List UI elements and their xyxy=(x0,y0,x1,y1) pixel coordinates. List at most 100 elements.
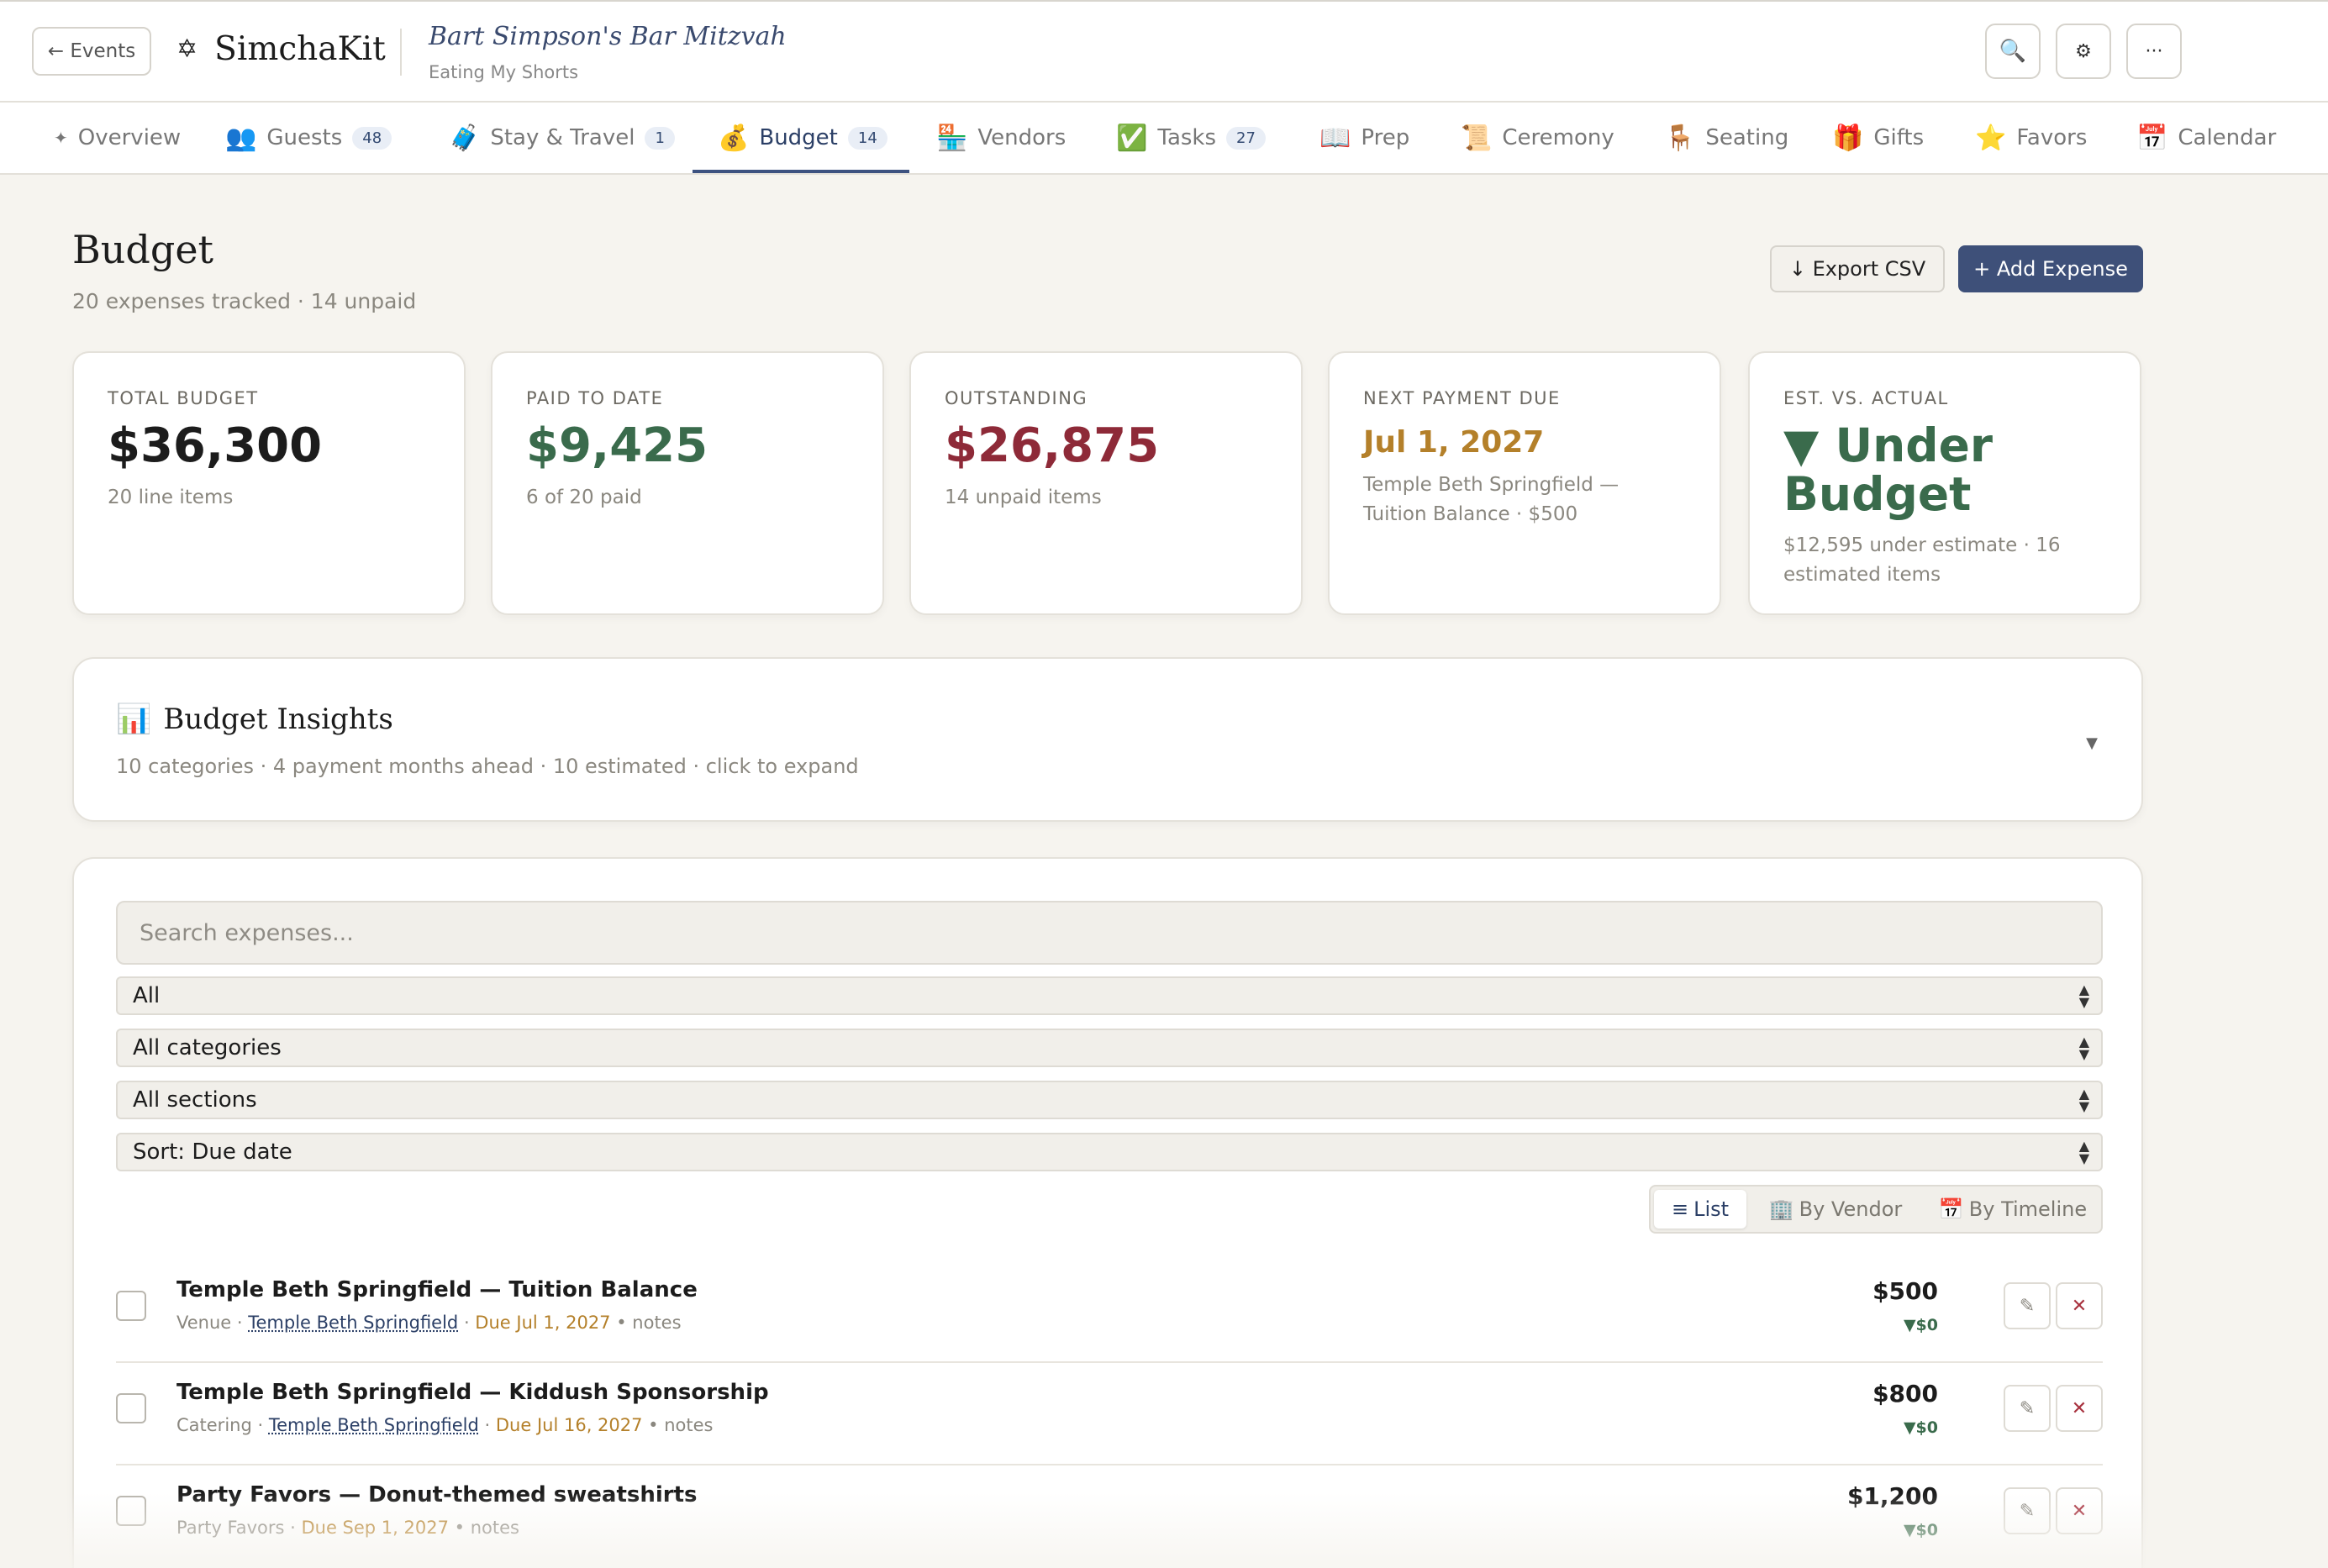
more-button[interactable]: ··· xyxy=(2126,24,2182,79)
card-label: OUTSTANDING xyxy=(945,388,1088,408)
budget-insights-panel[interactable]: 📊 Budget Insights 10 categories · 4 paym… xyxy=(72,657,2143,822)
scroll-icon: 📜 xyxy=(1461,123,1493,153)
tab-count-badge: 14 xyxy=(847,126,887,150)
edit-expense-button[interactable]: ✎ xyxy=(2004,1282,2051,1329)
expense-category: Party Favors xyxy=(176,1518,285,1538)
chair-icon: 🪑 xyxy=(1664,123,1696,153)
tab-label: Stay & Travel xyxy=(490,125,635,150)
view-label: By Timeline xyxy=(1968,1197,2088,1221)
expense-title: Temple Beth Springfield — Kiddush Sponso… xyxy=(176,1380,769,1405)
section-filter-select[interactable]: All sections ▲ ▼ xyxy=(116,1081,2103,1119)
tab-calendar[interactable]: 📅 Calendar xyxy=(2136,103,2276,173)
event-subtitle: Eating My Shorts xyxy=(429,62,579,82)
status-filter-select[interactable]: All ▲ ▼ xyxy=(116,976,2103,1015)
tab-count-badge: 1 xyxy=(645,126,675,150)
meta-separator: · xyxy=(251,1415,269,1435)
insights-title: 📊 Budget Insights xyxy=(116,702,393,736)
paid-checkbox[interactable] xyxy=(116,1393,146,1423)
expense-meta: Party Favors · Due Sep 1, 2027 • notes xyxy=(176,1518,519,1538)
expense-row: Temple Beth Springfield — Kiddush Sponso… xyxy=(116,1363,2103,1465)
view-toggle: ≡ List 🏢 By Vendor 📅 By Timeline xyxy=(1649,1185,2103,1234)
settings-button[interactable]: ⚙ xyxy=(2056,24,2111,79)
view-by-timeline-button[interactable]: 📅 By Timeline xyxy=(1925,1190,2101,1229)
tab-vendors[interactable]: 🏪 Vendors xyxy=(936,103,1066,173)
search-button[interactable]: 🔍 xyxy=(1985,24,2041,79)
tab-stay-travel[interactable]: 🧳 Stay & Travel 1 xyxy=(449,103,675,173)
expense-row: Party Favors — Donut-themed sweatshirts … xyxy=(116,1465,2103,1568)
select-value: All sections xyxy=(133,1087,257,1113)
view-label: List xyxy=(1693,1197,1730,1221)
card-value: Jul 1, 2027 xyxy=(1363,425,1545,460)
expense-amount: $1,200 xyxy=(1846,1482,1938,1510)
card-label: PAID TO DATE xyxy=(526,388,664,408)
check-icon: ✅ xyxy=(1116,123,1148,153)
tab-label: Seating xyxy=(1705,125,1789,150)
expense-notes-indicator: • notes xyxy=(448,1518,519,1538)
tab-tasks[interactable]: ✅ Tasks 27 xyxy=(1116,103,1266,173)
back-label: ← Events xyxy=(47,40,136,62)
card-value: $36,300 xyxy=(108,418,323,473)
paid-checkbox[interactable] xyxy=(116,1496,146,1526)
export-csv-button[interactable]: ↓ Export CSV xyxy=(1770,245,1945,292)
chevron-down-icon[interactable]: ▼ xyxy=(2086,734,2098,752)
tab-guests[interactable]: 👥 Guests 48 xyxy=(225,103,392,173)
star-icon: ⭐ xyxy=(1975,123,2007,153)
tab-label: Overview xyxy=(77,125,182,150)
expense-due-date: Due Jul 1, 2027 xyxy=(475,1313,611,1333)
meta-separator: · xyxy=(231,1313,249,1333)
expense-due-date: Due Sep 1, 2027 xyxy=(301,1518,449,1538)
tab-budget[interactable]: 💰 Budget 14 xyxy=(718,103,887,173)
delete-expense-button[interactable]: ✕ xyxy=(2056,1282,2103,1329)
page-subtitle: 20 expenses tracked · 14 unpaid xyxy=(72,289,417,313)
back-to-events-button[interactable]: ← Events xyxy=(32,27,151,76)
tab-favors[interactable]: ⭐ Favors xyxy=(1975,103,2087,173)
tab-label: Calendar xyxy=(2178,125,2277,150)
expense-vendor-link[interactable]: Temple Beth Springfield xyxy=(269,1415,479,1435)
stat-card-paid-to-date: PAID TO DATE $9,425 6 of 20 paid xyxy=(491,351,884,615)
expense-notes-indicator: • notes xyxy=(642,1415,714,1435)
category-filter-select[interactable]: All categories ▲ ▼ xyxy=(116,1029,2103,1067)
sort-select[interactable]: Sort: Due date ▲ ▼ xyxy=(116,1133,2103,1171)
tab-count-badge: 48 xyxy=(352,126,392,150)
view-list-button[interactable]: ≡ List xyxy=(1654,1190,1746,1229)
insights-title-text: Budget Insights xyxy=(163,702,393,736)
edit-expense-button[interactable]: ✎ xyxy=(2004,1385,2051,1432)
delete-expense-button[interactable]: ✕ xyxy=(2056,1487,2103,1534)
gift-icon: 🎁 xyxy=(1832,123,1864,153)
select-arrows-icon: ▲ ▼ xyxy=(2078,1086,2089,1114)
brand: ✡ SimchaKit xyxy=(176,30,386,68)
expense-due-date: Due Jul 16, 2027 xyxy=(495,1415,643,1435)
add-expense-button[interactable]: + Add Expense xyxy=(1958,245,2143,292)
tab-gifts[interactable]: 🎁 Gifts xyxy=(1832,103,1924,173)
meta-separator: · xyxy=(284,1518,302,1538)
tab-prep[interactable]: 📖 Prep xyxy=(1319,103,1409,173)
calendar-icon: 📅 xyxy=(2136,123,2168,153)
tab-ceremony[interactable]: 📜 Ceremony xyxy=(1461,103,1614,173)
luggage-icon: 🧳 xyxy=(449,123,481,153)
expense-category: Catering xyxy=(176,1415,252,1435)
pencil-icon: ✎ xyxy=(2019,1500,2036,1522)
tab-label: Prep xyxy=(1361,125,1410,150)
tab-seating[interactable]: 🪑 Seating xyxy=(1664,103,1788,173)
card-label: TOTAL BUDGET xyxy=(108,388,259,408)
store-icon: 🏪 xyxy=(936,123,968,153)
paid-checkbox[interactable] xyxy=(116,1291,146,1321)
pencil-icon: ✎ xyxy=(2019,1295,2036,1317)
card-note: Temple Beth Springfield — Tuition Balanc… xyxy=(1363,473,1620,526)
view-by-vendor-button[interactable]: 🏢 By Vendor xyxy=(1751,1190,1920,1229)
edit-expense-button[interactable]: ✎ xyxy=(2004,1487,2051,1534)
select-arrows-icon: ▲ ▼ xyxy=(2078,981,2089,1010)
stat-card-outstanding: OUTSTANDING $26,875 14 unpaid items xyxy=(909,351,1303,615)
close-icon: ✕ xyxy=(2071,1295,2088,1317)
tab-label: Vendors xyxy=(977,125,1067,150)
tab-count-badge: 27 xyxy=(1226,126,1266,150)
close-icon: ✕ xyxy=(2071,1397,2088,1419)
expense-vendor-link[interactable]: Temple Beth Springfield xyxy=(248,1313,458,1333)
delete-expense-button[interactable]: ✕ xyxy=(2056,1385,2103,1432)
search-expenses-input[interactable] xyxy=(116,901,2103,965)
active-tab-indicator xyxy=(693,170,909,173)
list-icon: ≡ xyxy=(1671,1197,1689,1221)
card-note: 6 of 20 paid xyxy=(526,486,642,508)
tab-overview[interactable]: ✦ Overview xyxy=(54,103,181,173)
expense-row: Temple Beth Springfield — Tuition Balanc… xyxy=(116,1260,2103,1363)
